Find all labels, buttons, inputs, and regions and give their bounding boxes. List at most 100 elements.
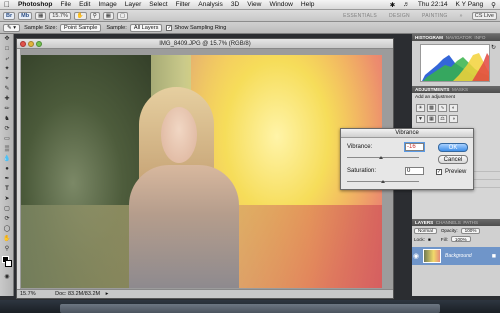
type-tool-icon[interactable]: T [2,185,12,194]
vibrance-dialog-title[interactable]: Vibrance [341,129,473,138]
window-minimize-button[interactable] [28,41,34,47]
menu-edit[interactable]: Edit [75,1,94,8]
menu-help[interactable]: Help [297,1,319,8]
sample-size-select[interactable]: Point Sample [60,23,102,32]
levels-icon[interactable]: ▩ [427,104,436,112]
quick-select-tool-icon[interactable]: ✦ [2,65,12,74]
blend-mode-select[interactable]: Normal [414,227,437,234]
status-doc-info[interactable]: Doc: 83.2M/83.2M [37,291,100,297]
sample-layers-select[interactable]: All Layers [129,23,163,32]
menu-layer[interactable]: Layer [121,1,146,8]
volume-icon[interactable]: ♬ [399,1,414,8]
marquee-tool-icon[interactable]: □ [2,45,12,54]
clone-stamp-tool-icon[interactable]: ♞ [2,115,12,124]
spotlight-icon[interactable]: ⚲ [487,1,500,9]
cancel-button[interactable]: Cancel [438,155,468,164]
menu-analysis[interactable]: Analysis [194,1,227,8]
menubar-user[interactable]: K Y Pang [452,1,488,8]
exposure-icon[interactable]: ◐ [449,104,458,112]
ok-button[interactable]: OK [438,143,468,152]
menu-file[interactable]: File [56,1,75,8]
cs-live-button[interactable]: CS Live [471,11,497,20]
lock-icon[interactable]: ■ [428,237,431,242]
workspace-design[interactable]: DESIGN [383,13,416,19]
healing-brush-tool-icon[interactable]: ✚ [2,95,12,104]
menu-filter[interactable]: Filter [172,1,195,8]
view-extras-icon[interactable]: ▦ [35,11,47,20]
workspace-essentials[interactable]: ESSENTIALS [337,13,383,19]
gradient-tool-icon[interactable]: ▒ [2,145,12,154]
lasso-tool-icon[interactable]: ⤶ [2,55,12,64]
screen-mode-icon[interactable]: ▢ [116,11,129,20]
tool-preset-picker[interactable]: ✎ ▾ [3,23,21,32]
3d-rotate-tool-icon[interactable]: ⟳ [2,215,12,224]
saturation-slider-thumb[interactable] [381,180,385,183]
tab-adjustments[interactable]: ADJUSTMENTS [415,87,449,92]
brightness-contrast-icon[interactable]: ☀ [416,104,425,112]
workspace-painting[interactable]: PAINTING [416,13,454,19]
zoom-level-select[interactable]: 15.7% [49,11,71,20]
vibrance-slider-thumb[interactable] [379,156,383,159]
eraser-tool-icon[interactable]: ▭ [2,135,12,144]
menu-3d[interactable]: 3D [227,1,243,8]
path-select-tool-icon[interactable]: ➤ [2,195,12,204]
brush-tool-icon[interactable]: ✏ [2,105,12,114]
document-title-bar[interactable]: IMG_8409.JPG @ 15.7% (RGB/8) [17,39,393,49]
fill-field[interactable]: 100% [450,236,471,242]
zoom-icon[interactable]: ⚲ [89,11,100,20]
arrange-documents-icon[interactable]: ▦ [102,11,114,20]
blur-tool-icon[interactable]: 💧 [2,155,12,164]
window-zoom-button[interactable] [36,41,42,47]
history-brush-tool-icon[interactable]: ⟳ [2,125,12,134]
black-white-icon[interactable]: ◑ [449,115,458,123]
opacity-field[interactable]: 100% [460,227,481,234]
preview-checkbox[interactable]: ✓ [436,169,442,175]
layer-thumbnail[interactable] [423,249,441,263]
status-zoom[interactable]: 15.7% [17,291,36,297]
move-tool-icon[interactable]: ✥ [2,35,12,44]
canvas-photo[interactable] [21,55,382,288]
bridge-button[interactable]: Br [3,11,16,20]
tab-histogram[interactable]: HISTOGRAM [415,35,443,40]
background-color-swatch[interactable] [5,260,12,267]
layer-row-background[interactable]: ◉ Background ■ [412,247,500,265]
shape-tool-icon[interactable]: ▢ [2,205,12,214]
tab-navigator[interactable]: NAVIGATOR [446,35,472,40]
workspace-more[interactable]: » [454,13,469,19]
color-swatches[interactable] [0,254,14,272]
histogram-refresh-icon[interactable]: ↻ [491,44,496,51]
menu-select[interactable]: Select [145,1,171,8]
tab-layers[interactable]: LAYERS [415,220,433,225]
hand-tool-icon[interactable]: ✋ [2,235,12,244]
vibrance-slider-track[interactable] [347,157,419,158]
hue-saturation-icon[interactable]: ▦ [427,115,436,123]
tab-channels[interactable]: CHANNELS [436,220,461,225]
minibridge-button[interactable]: Mb [18,11,33,20]
menu-view[interactable]: View [243,1,265,8]
menu-image[interactable]: Image [94,1,120,8]
menubar-clock[interactable]: Thu 22:14 [414,1,452,8]
dodge-tool-icon[interactable]: ● [2,165,12,174]
app-menu[interactable]: Photoshop [14,1,56,8]
status-arrow-icon[interactable]: ▸ [102,291,109,297]
bluetooth-icon[interactable]: ✱ [386,1,400,9]
vibrance-icon[interactable]: ▼ [416,115,425,123]
hand-icon[interactable]: ✋ [73,11,87,20]
curves-icon[interactable]: ∿ [438,104,447,112]
layer-visibility-icon[interactable]: ◉ [412,252,420,260]
layer-name[interactable]: Background [445,253,472,259]
crop-tool-icon[interactable]: ⌖ [2,75,12,84]
pen-tool-icon[interactable]: ✒ [2,175,12,184]
zoom-tool-icon[interactable]: ⚲ [2,245,12,254]
3d-orbit-tool-icon[interactable]: ◯ [2,225,12,234]
quick-mask-icon[interactable]: ◉ [2,273,12,282]
apple-menu-icon[interactable]:  [0,0,14,9]
tab-info[interactable]: INFO [474,35,485,40]
vibrance-input[interactable] [404,142,425,152]
color-balance-icon[interactable]: ⚖ [438,115,447,123]
tab-paths[interactable]: PATHS [463,220,478,225]
window-close-button[interactable] [20,41,26,47]
eyedropper-tool-icon[interactable]: ✎ [2,85,12,94]
saturation-input[interactable] [405,167,424,175]
show-sampling-ring-checkbox[interactable]: ✓ [166,24,173,31]
